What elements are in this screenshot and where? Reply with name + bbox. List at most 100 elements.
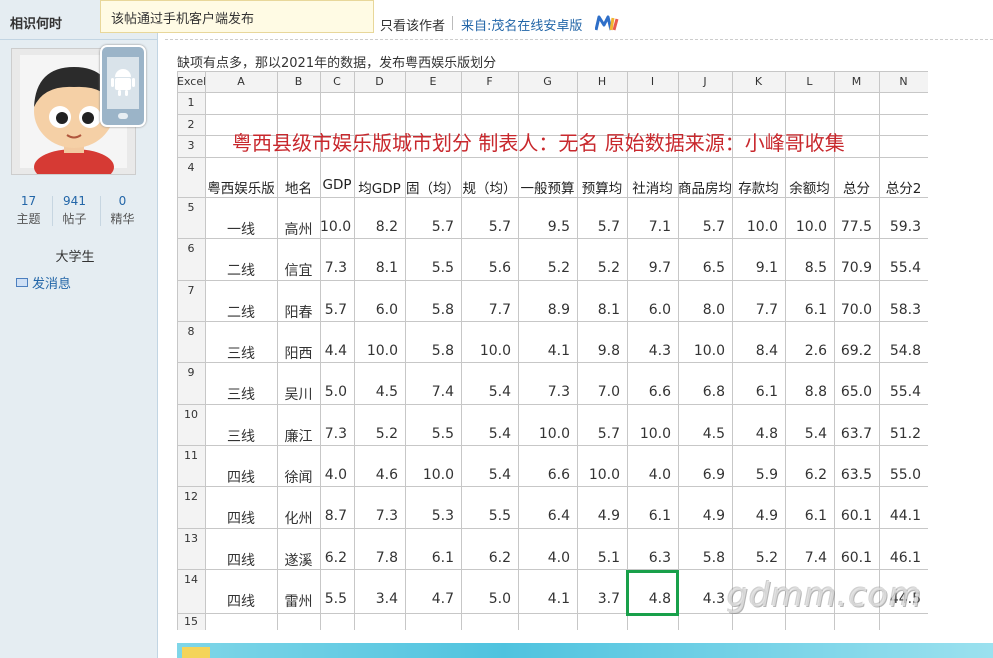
table-cell[interactable]: 4.3 <box>678 591 725 607</box>
table-cell[interactable]: 6.1 <box>785 302 827 318</box>
table-cell[interactable]: 59.3 <box>879 219 921 235</box>
table-cell[interactable]: 10.0 <box>461 343 511 359</box>
table-cell[interactable]: 徐闻 <box>277 467 320 487</box>
table-cell[interactable]: 5.5 <box>320 591 347 607</box>
table-cell[interactable]: 5.8 <box>678 550 725 566</box>
table-cell[interactable]: 9.8 <box>577 343 620 359</box>
table-cell[interactable]: 吴川 <box>277 384 320 404</box>
table-cell[interactable]: 6.5 <box>678 260 725 276</box>
table-cell[interactable]: 5.7 <box>577 426 620 442</box>
table-cell[interactable]: 7.3 <box>518 384 570 400</box>
table-cell[interactable]: 44.1 <box>879 508 921 524</box>
table-cell[interactable]: 8.9 <box>518 302 570 318</box>
table-cell[interactable]: 65.0 <box>834 384 872 400</box>
table-cell[interactable]: 7.0 <box>577 384 620 400</box>
table-cell[interactable]: 63.5 <box>834 467 872 483</box>
table-cell[interactable]: 高州 <box>277 219 320 239</box>
table-cell[interactable]: 70.9 <box>834 260 872 276</box>
stat-posts[interactable]: 941 帖子 <box>52 194 97 227</box>
table-cell[interactable]: 7.3 <box>354 508 398 524</box>
table-cell[interactable]: 4.9 <box>678 508 725 524</box>
table-cell[interactable]: 5.3 <box>405 508 454 524</box>
table-cell[interactable]: 5.2 <box>518 260 570 276</box>
table-cell[interactable]: 51.2 <box>879 426 921 442</box>
table-cell[interactable]: 6.1 <box>732 384 778 400</box>
table-cell[interactable]: 8.7 <box>320 508 347 524</box>
table-cell[interactable]: 9.7 <box>627 260 671 276</box>
table-cell[interactable]: 四线 <box>205 508 277 528</box>
table-cell[interactable]: 5.0 <box>320 384 347 400</box>
table-cell[interactable]: 4.9 <box>577 508 620 524</box>
table-cell[interactable]: 二线 <box>205 260 277 280</box>
table-cell[interactable]: 6.4 <box>518 508 570 524</box>
table-cell[interactable]: 四线 <box>205 467 277 487</box>
table-cell[interactable]: 8.0 <box>678 302 725 318</box>
table-cell[interactable]: 8.1 <box>577 302 620 318</box>
table-cell[interactable]: 4.0 <box>518 550 570 566</box>
table-cell[interactable]: 5.4 <box>461 426 511 442</box>
table-cell[interactable]: 10.0 <box>320 219 351 235</box>
table-cell[interactable]: 阳春 <box>277 302 320 322</box>
table-cell[interactable]: 5.4 <box>461 467 511 483</box>
table-cell[interactable]: 10.0 <box>678 343 725 359</box>
table-cell[interactable]: 69.2 <box>834 343 872 359</box>
table-cell[interactable]: 4.0 <box>627 467 671 483</box>
table-cell[interactable]: 5.1 <box>577 550 620 566</box>
table-cell[interactable]: 54.8 <box>879 343 921 359</box>
table-cell[interactable]: 5.4 <box>785 426 827 442</box>
table-cell[interactable]: 6.6 <box>518 467 570 483</box>
table-cell[interactable]: 5.2 <box>354 426 398 442</box>
table-cell[interactable]: 4.1 <box>518 591 570 607</box>
table-cell[interactable]: 10.0 <box>785 219 827 235</box>
table-cell[interactable]: 5.8 <box>405 343 454 359</box>
table-cell[interactable]: 5.7 <box>405 219 454 235</box>
table-cell[interactable]: 4.8 <box>732 426 778 442</box>
table-cell[interactable]: 三线 <box>205 343 277 363</box>
table-cell[interactable]: 5.9 <box>732 467 778 483</box>
table-cell[interactable]: 5.2 <box>732 550 778 566</box>
table-cell[interactable]: 7.3 <box>320 426 347 442</box>
table-cell[interactable]: 9.1 <box>732 260 778 276</box>
table-cell[interactable]: 6.0 <box>627 302 671 318</box>
table-cell[interactable]: 6.0 <box>354 302 398 318</box>
username-link[interactable]: 相识何时 <box>10 13 62 32</box>
table-cell[interactable]: 4.1 <box>518 343 570 359</box>
table-cell[interactable]: 三线 <box>205 384 277 404</box>
table-cell[interactable]: 7.4 <box>405 384 454 400</box>
table-cell[interactable]: 5.6 <box>461 260 511 276</box>
app-logo-icon[interactable] <box>595 14 619 32</box>
table-cell[interactable]: 6.1 <box>627 508 671 524</box>
table-cell[interactable]: 8.2 <box>354 219 398 235</box>
table-cell[interactable]: 化州 <box>277 508 320 528</box>
table-cell[interactable]: 4.4 <box>320 343 347 359</box>
table-cell[interactable]: 7.1 <box>627 219 671 235</box>
stat-topics[interactable]: 17 主题 <box>6 194 51 227</box>
table-cell[interactable]: 4.6 <box>354 467 398 483</box>
table-cell[interactable]: 5.4 <box>461 384 511 400</box>
table-cell[interactable]: 四线 <box>205 550 277 570</box>
table-cell[interactable]: 遂溪 <box>277 550 320 570</box>
table-cell[interactable]: 10.0 <box>732 219 778 235</box>
table-cell[interactable]: 8.4 <box>732 343 778 359</box>
table-cell[interactable]: 廉江 <box>277 426 320 446</box>
table-cell[interactable]: 7.7 <box>461 302 511 318</box>
table-cell[interactable]: 8.8 <box>785 384 827 400</box>
table-cell[interactable]: 三线 <box>205 426 277 446</box>
table-cell[interactable]: 雷州 <box>277 591 320 611</box>
table-cell[interactable]: 55.0 <box>879 467 921 483</box>
table-cell[interactable]: 6.2 <box>461 550 511 566</box>
table-cell[interactable]: 5.5 <box>405 426 454 442</box>
table-cell[interactable]: 5.5 <box>405 260 454 276</box>
table-cell[interactable]: 6.9 <box>678 467 725 483</box>
stat-posts-count[interactable]: 941 <box>52 194 97 208</box>
table-cell[interactable]: 2.6 <box>785 343 827 359</box>
send-message-link[interactable]: 发消息 <box>16 273 71 292</box>
table-cell[interactable]: 70.0 <box>834 302 872 318</box>
table-cell[interactable]: 58.3 <box>879 302 921 318</box>
table-cell[interactable]: 二线 <box>205 302 277 322</box>
table-cell[interactable]: 10.0 <box>405 467 454 483</box>
spreadsheet-image[interactable]: Excel ABCDEFGHIJKLMN 1 2 3 4 5 6 7 8 9 10 11 12 13 14… <box>177 71 928 630</box>
table-cell[interactable]: 4.0 <box>320 467 347 483</box>
table-cell[interactable]: 60.1 <box>834 508 872 524</box>
table-cell[interactable]: 9.5 <box>518 219 570 235</box>
